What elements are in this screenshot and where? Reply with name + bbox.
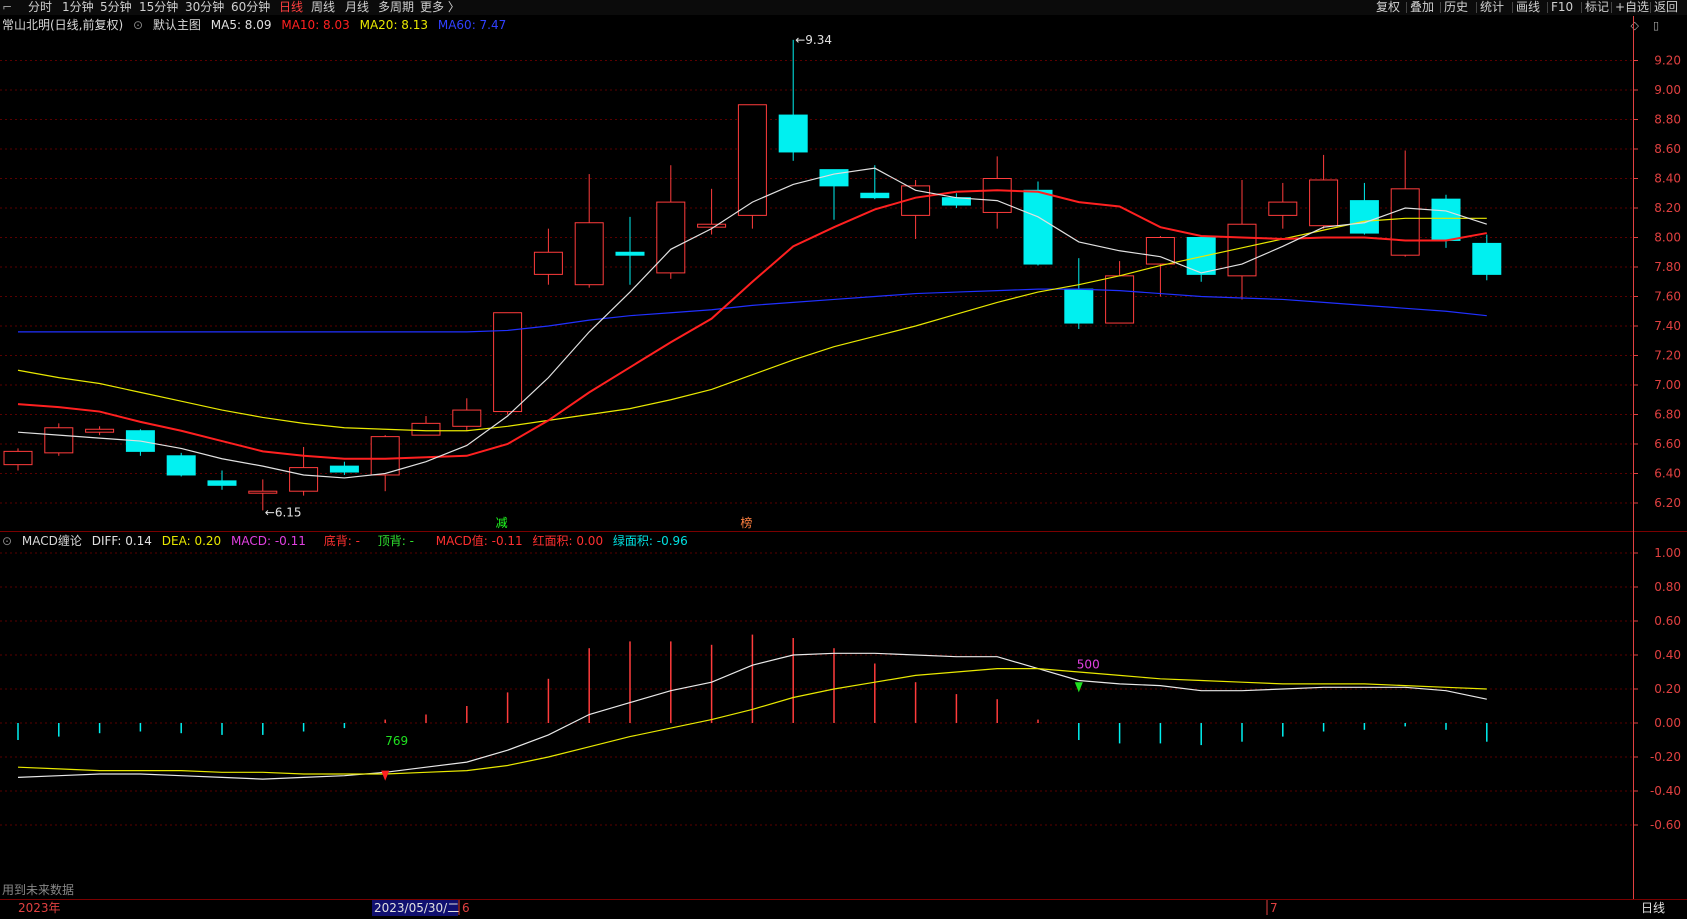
low-price-label: ←6.15 [265, 505, 302, 519]
kline-chart[interactable]: 9.20 9.00 8.80 8.60 8.40 8.20 8.00 7.80 7.60 7.40… [0, 0, 1687, 919]
price-tick-label: 9.20 [1654, 54, 1681, 68]
macd-tick-label: 0.20 [1654, 682, 1681, 696]
candle-body[interactable] [411, 422, 441, 436]
candle-body[interactable] [1472, 242, 1502, 275]
candle-body[interactable] [778, 114, 808, 153]
period-label: 日线 [1641, 901, 1665, 915]
candle-body[interactable] [574, 222, 604, 286]
candle-body[interactable] [166, 455, 196, 476]
ma20-line [17, 217, 1487, 432]
price-tick-label: 8.20 [1654, 201, 1681, 215]
candle-body[interactable] [248, 490, 278, 494]
candle-body[interactable] [1105, 275, 1135, 324]
macd-tick-label: -0.60 [1650, 818, 1681, 832]
price-tick-label: 7.40 [1654, 319, 1681, 333]
price-tick-label: 6.80 [1654, 408, 1681, 422]
month-label-7: 7 [1270, 901, 1278, 915]
ma60-line [18, 288, 1487, 333]
price-tick-label: 8.60 [1654, 142, 1681, 156]
candle-body[interactable] [289, 467, 319, 492]
candle-body[interactable] [1431, 198, 1461, 241]
candle-body[interactable] [982, 178, 1012, 213]
candle-body[interactable] [1349, 200, 1379, 234]
price-tick-label: 6.20 [1654, 496, 1681, 510]
event-mark-jian: 减 [496, 516, 508, 530]
macd-tick-label: 0.60 [1654, 614, 1681, 628]
month-label-6: 6 [462, 901, 470, 915]
candle-body[interactable] [1268, 201, 1298, 216]
candle-body[interactable] [207, 480, 237, 486]
high-price-label: ←9.34 [795, 33, 832, 47]
candle-body[interactable] [1309, 179, 1339, 227]
price-tick-label: 7.00 [1654, 378, 1681, 392]
buy-arrow-icon [381, 770, 390, 781]
price-tick-label: 7.80 [1654, 260, 1681, 274]
macd-signal-label: 769 [385, 734, 408, 748]
price-tick-label: 8.00 [1654, 231, 1681, 245]
price-tick-label: 6.40 [1654, 467, 1681, 481]
price-tick-label: 8.40 [1654, 172, 1681, 186]
year-label: 2023年 [18, 901, 61, 915]
macd-tick-label: 0.80 [1654, 580, 1681, 594]
candle-body[interactable] [1064, 288, 1094, 324]
candle-body[interactable] [3, 450, 33, 466]
candle-body[interactable] [452, 409, 482, 427]
candle-body[interactable] [1390, 188, 1420, 256]
candle-body[interactable] [697, 223, 727, 228]
macd-tick-label: 0.40 [1654, 648, 1681, 662]
candle-body[interactable] [85, 428, 115, 433]
price-tick-label: 7.60 [1654, 290, 1681, 304]
future-data-note: 用到未来数据 [2, 882, 74, 897]
candle-body[interactable] [493, 312, 523, 413]
macd-tick-label: -0.20 [1650, 750, 1681, 764]
candle-body[interactable] [737, 104, 767, 216]
candle-body[interactable] [656, 201, 686, 274]
ma10-line [17, 189, 1487, 460]
macd-tick-label: 1.00 [1654, 546, 1681, 560]
macd-tick-label: -0.40 [1650, 784, 1681, 798]
candle-body[interactable] [533, 251, 563, 275]
candle-body[interactable] [44, 427, 74, 454]
event-mark-bang: 榜 [740, 515, 752, 530]
price-tick-label: 9.00 [1654, 83, 1681, 97]
macd-tick-label: 0.00 [1654, 716, 1681, 730]
candle-body[interactable] [860, 192, 890, 199]
candle-body[interactable] [329, 465, 359, 473]
candle-body[interactable] [370, 436, 400, 476]
price-tick-label: 6.60 [1654, 437, 1681, 451]
candle-body[interactable] [1023, 189, 1053, 265]
macd-signal-label-2: 500 [1077, 658, 1100, 672]
candle-body[interactable] [615, 251, 645, 256]
price-tick-label: 8.80 [1654, 113, 1681, 127]
cursor-date-label: 2023/05/30/二 [374, 901, 459, 915]
price-tick-label: 7.20 [1654, 349, 1681, 363]
sell-arrow-icon [1074, 682, 1083, 693]
